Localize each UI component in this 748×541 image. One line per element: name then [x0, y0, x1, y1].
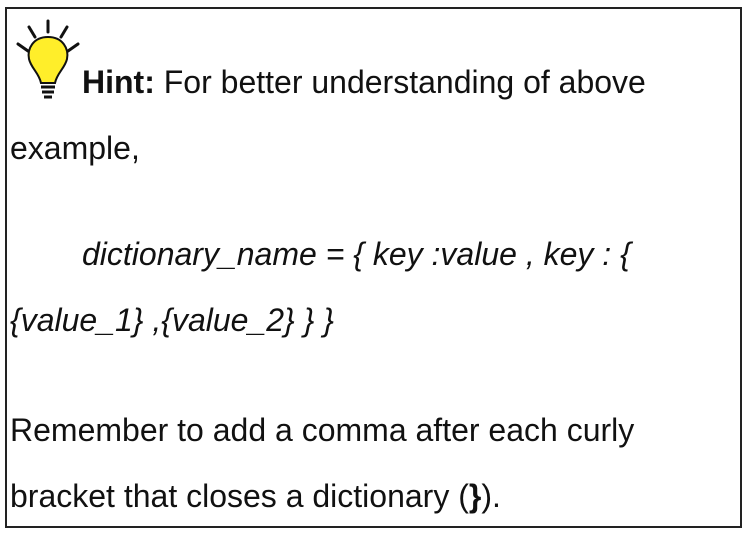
hint-intro-line1: For better understanding of above	[154, 64, 646, 100]
code-line1: dictionary_name = { key :value , key : {	[82, 236, 631, 272]
remember-line1: Remember to add a comma after each curly	[10, 412, 635, 448]
hint-intro-line2: example,	[10, 130, 140, 166]
code-example: dictionary_name = { key :value , key : {…	[10, 221, 740, 353]
code-line2: {value_1} ,{value_2} } }	[10, 302, 334, 338]
hint-intro: Hint: For better understanding of above e…	[10, 49, 740, 181]
remember-line2-prefix: bracket that closes a dictionary (	[10, 478, 469, 514]
hint-box: Hint: For better understanding of above e…	[5, 7, 742, 528]
remember-bracket: }	[468, 478, 482, 514]
remember-note: Remember to add a comma after each curly…	[10, 397, 740, 529]
remember-line2-suffix: ).	[481, 478, 501, 514]
hint-label: Hint:	[82, 64, 155, 100]
